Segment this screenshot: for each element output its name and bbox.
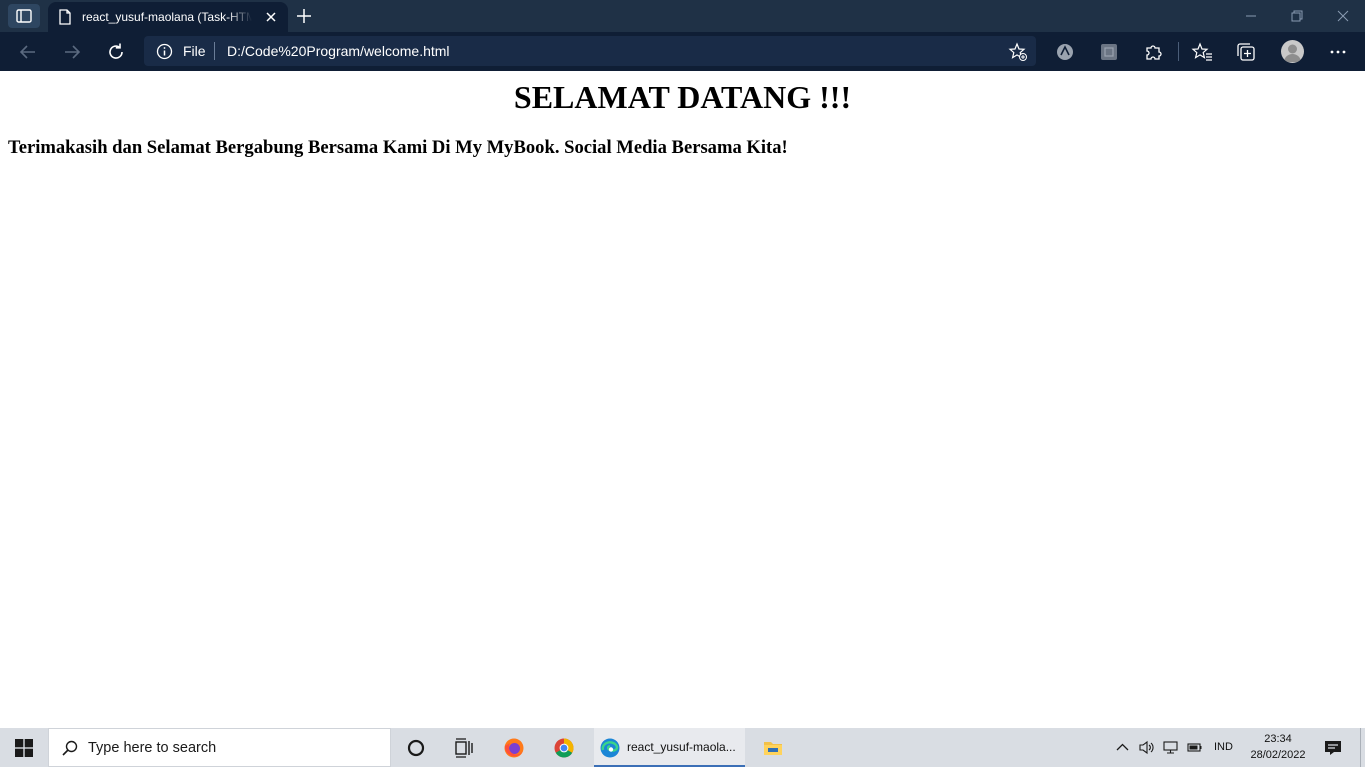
battery-icon[interactable]: [1186, 739, 1203, 756]
restore-icon[interactable]: [1289, 8, 1305, 24]
firefox-icon[interactable]: [503, 737, 525, 759]
search-placeholder: Type here to search: [88, 740, 217, 756]
user-icon: [1284, 44, 1301, 62]
page-title: SELAMAT DATANG !!!: [513, 79, 852, 115]
taskbar-edge-window[interactable]: react_yusuf-maola...: [594, 728, 745, 767]
cortana-icon[interactable]: [405, 737, 427, 759]
toolbar-divider: [1178, 42, 1179, 61]
collections-icon[interactable]: [1235, 41, 1257, 63]
start-button[interactable]: [0, 728, 48, 767]
windows-taskbar: Type here to search react_yusuf-maola...: [0, 728, 1365, 767]
extensions-icon[interactable]: [1142, 41, 1164, 63]
clock-time: 23:34: [1264, 733, 1292, 745]
volume-icon[interactable]: [1138, 739, 1155, 756]
tab-title: react_yusuf-maolana (Task-HTML): [82, 10, 252, 24]
chrome-icon[interactable]: [553, 737, 575, 759]
clock-date: 28/02/2022: [1250, 749, 1306, 761]
tab-actions-icon: [16, 9, 32, 23]
welcome-message: Terimakasih dan Selamat Bergabung Bersam…: [8, 137, 788, 158]
refresh-icon[interactable]: [105, 41, 127, 63]
minimize-icon[interactable]: [1243, 8, 1259, 24]
add-favorite-icon[interactable]: [1008, 42, 1028, 62]
file-explorer-icon[interactable]: [762, 737, 784, 759]
browser-tab-active[interactable]: react_yusuf-maolana (Task-HTML): [48, 2, 288, 32]
edge-icon: [600, 738, 620, 758]
extension-circle-icon[interactable]: [1054, 41, 1076, 63]
profile-avatar[interactable]: [1281, 40, 1304, 63]
address-bar[interactable]: File D:/Code%20Program/welcome.html: [144, 36, 1036, 66]
show-desktop-button[interactable]: [1360, 728, 1361, 767]
forward-arrow-icon[interactable]: [61, 41, 83, 63]
document-icon: [59, 9, 71, 25]
back-arrow-icon[interactable]: [17, 41, 39, 63]
close-tab-icon[interactable]: [264, 10, 278, 24]
network-icon[interactable]: [1162, 739, 1179, 756]
input-language[interactable]: IND: [1214, 741, 1233, 753]
extension-square-icon[interactable]: [1098, 41, 1120, 63]
task-view-icon[interactable]: [453, 737, 475, 759]
more-options-icon[interactable]: [1327, 41, 1349, 63]
address-divider: [214, 42, 215, 60]
new-tab-icon[interactable]: [294, 6, 314, 26]
taskbar-search-box[interactable]: Type here to search: [48, 728, 391, 767]
page-viewport: SELAMAT DATANG !!! Terimakasih dan Selam…: [0, 71, 1365, 728]
notification-center-icon[interactable]: [1323, 738, 1343, 758]
favorites-icon[interactable]: [1191, 41, 1213, 63]
system-clock[interactable]: 23:34 28/02/2022: [1241, 731, 1315, 763]
search-icon: [62, 740, 78, 756]
info-icon[interactable]: [156, 43, 173, 60]
address-url[interactable]: D:/Code%20Program/welcome.html: [227, 43, 450, 59]
browser-toolbar: File D:/Code%20Program/welcome.html: [0, 32, 1365, 71]
chevron-up-icon[interactable]: [1114, 739, 1131, 756]
browser-titlebar: react_yusuf-maolana (Task-HTML): [0, 0, 1365, 32]
address-scheme-label: File: [183, 43, 206, 59]
taskbar-edge-label: react_yusuf-maola...: [627, 740, 736, 754]
tab-actions-button[interactable]: [8, 4, 40, 28]
windows-logo-icon: [15, 738, 33, 757]
close-window-icon[interactable]: [1335, 8, 1351, 24]
